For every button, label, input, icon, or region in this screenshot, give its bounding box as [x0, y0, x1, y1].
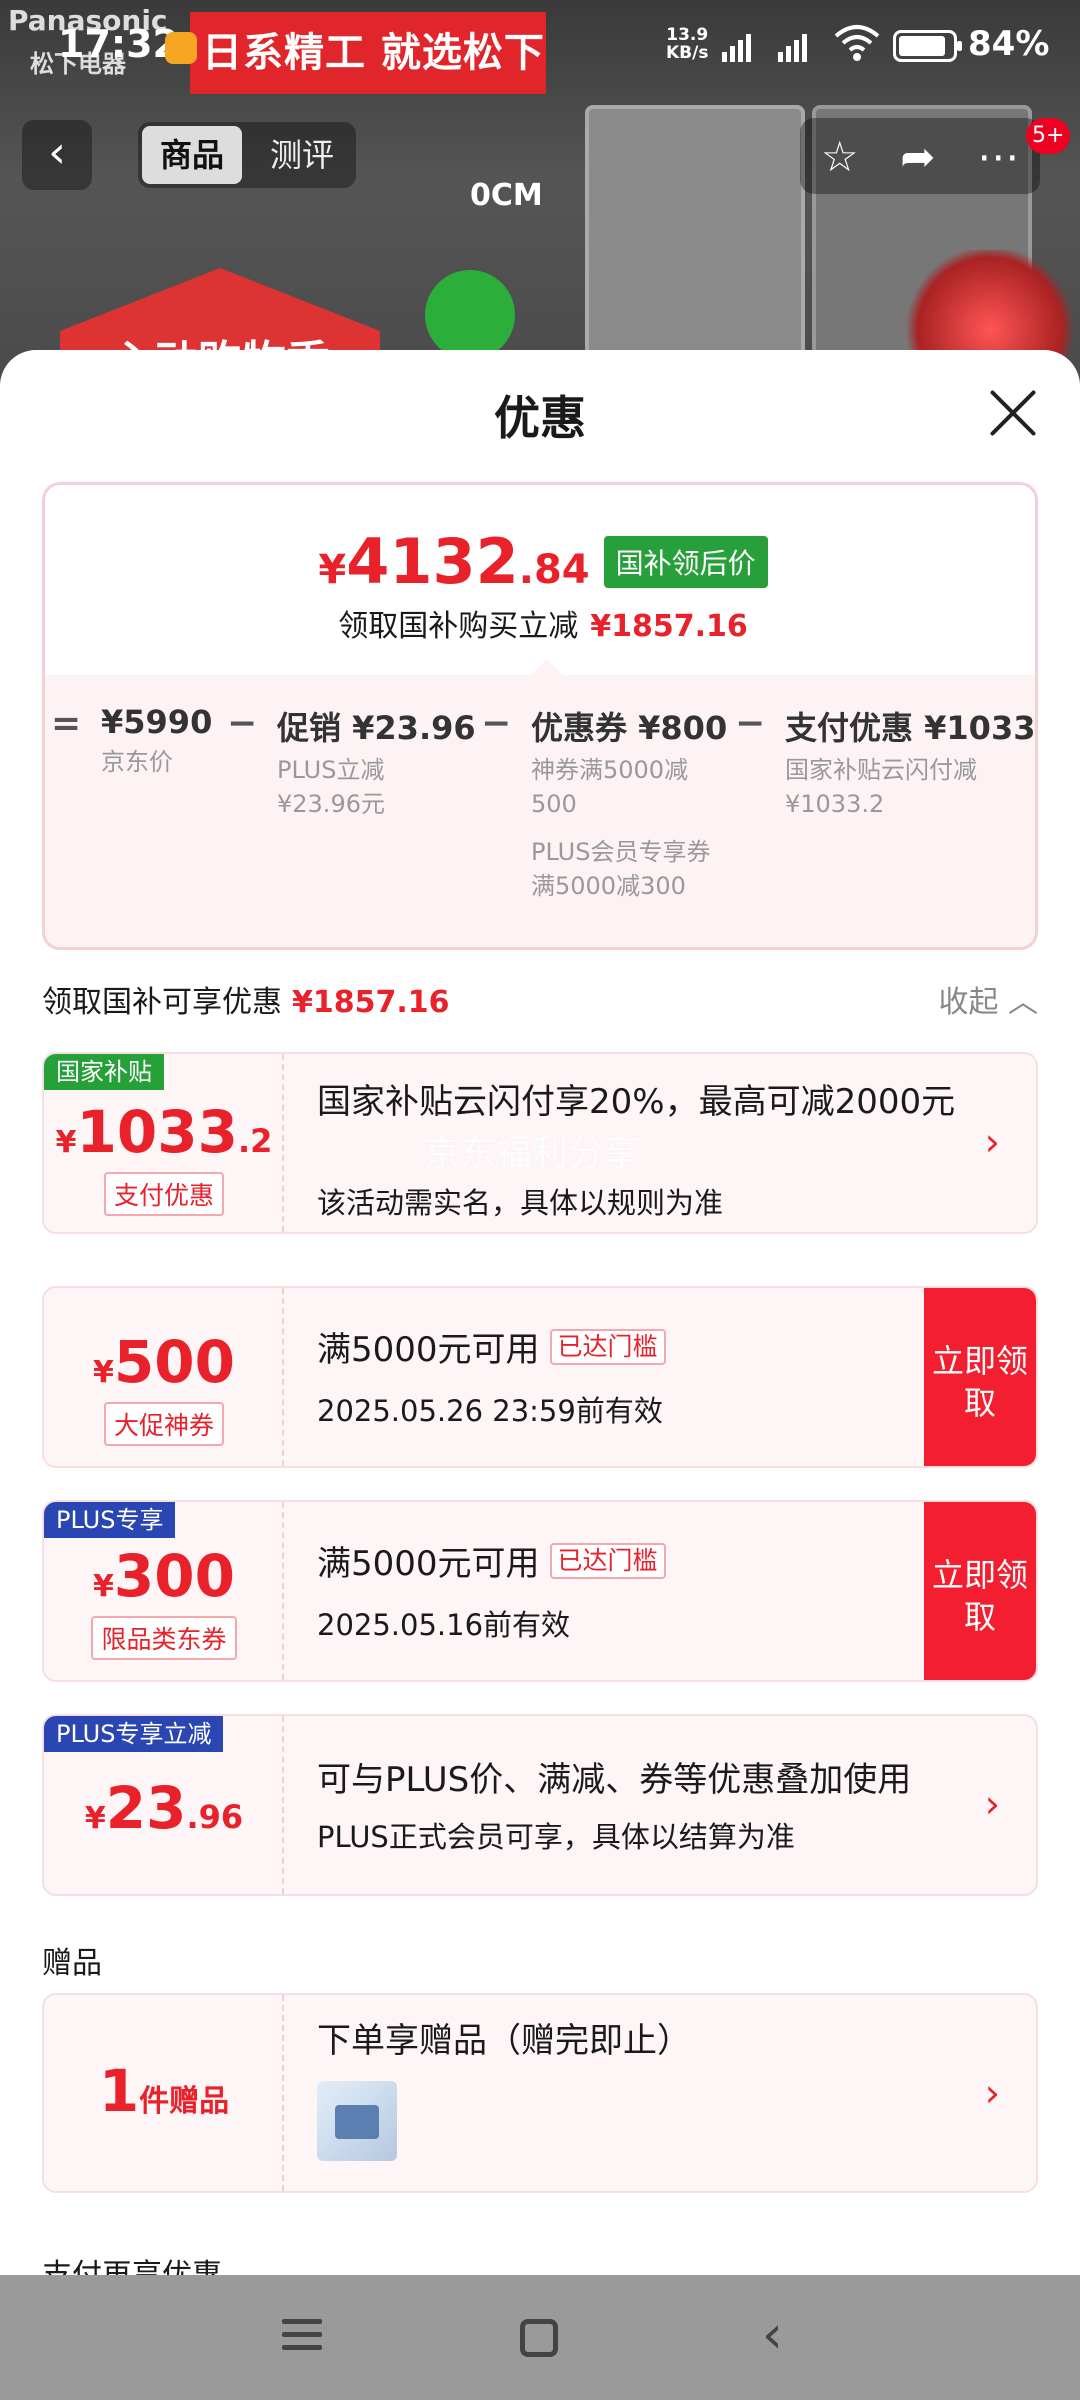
coupon-amount: ¥1033.2: [55, 1098, 273, 1166]
gift-title: 下单享赠品（赠完即止）: [317, 2021, 691, 2061]
sheet-title: 优惠: [494, 391, 586, 445]
coupon-state-subsidy[interactable]: 国家补贴 ¥1033.2 支付优惠 国家补贴云闪付享20%，最高可减2000元 …: [42, 1052, 1038, 1234]
chevron-right-icon: ›: [984, 2071, 1000, 2115]
net-speed-unit: KB/s: [666, 43, 709, 63]
gifts-section-header: 赠品: [42, 1946, 102, 1981]
energy-icon: [425, 270, 515, 360]
offers-sheet: 优惠 ¥4132.84 国补领后价 领取国补购买立减 ¥1857.16 = ¥59…: [0, 350, 1080, 2275]
collapse-button[interactable]: 收起 ︿: [938, 977, 1038, 1021]
battery-icon: [893, 30, 962, 62]
share-icon[interactable]: ➦: [900, 132, 935, 181]
payment-section-header: 支付再享优惠: [42, 2250, 222, 2275]
coupon-desc: 该活动需实名，具体以规则为准: [317, 1186, 724, 1220]
tab-product[interactable]: 商品: [142, 126, 243, 184]
status-bar: 17:32 13.9 KB/s 84%: [0, 0, 1080, 92]
status-time: 17:32: [58, 22, 179, 66]
claim-button[interactable]: 立即领取: [924, 1288, 1036, 1466]
coupon-desc: 2025.05.26 23:59前有效: [317, 1394, 663, 1428]
minus-sign: −: [735, 703, 766, 744]
price-subtitle: 领取国补购买立减 ¥1857.16: [338, 609, 748, 644]
final-price: ¥4132.84: [318, 525, 590, 598]
chevron-right-icon: ›: [984, 1120, 1000, 1164]
star-icon[interactable]: ☆: [821, 132, 859, 181]
more-icon[interactable]: ⋯: [977, 132, 1019, 181]
coupon-500: ¥500 大促神券 满5000元可用 已达门槛 2025.05.26 23:59前…: [42, 1286, 1038, 1468]
coupon-amount: ¥23.96: [84, 1774, 244, 1842]
home-icon[interactable]: [520, 2319, 558, 2357]
net-speed-value: 13.9: [666, 25, 709, 45]
breakdown-list-price: ¥5990 京东价: [101, 703, 213, 776]
signal-icon-2: [778, 28, 807, 62]
wifi-icon: [834, 24, 880, 73]
breakdown-coupon: 优惠券 ¥800 神券满5000减500 PLUS会员专享券 满5000减300: [531, 709, 728, 900]
price-breakdown: = ¥5990 京东价 − 促销 ¥23.96 PLUS立减 ¥23.96元 − …: [45, 659, 1036, 947]
breakdown-promotion: 促销 ¥23.96 PLUS立减 ¥23.96元: [277, 709, 476, 818]
chevron-up-icon: ︿: [1008, 985, 1038, 1020]
coupon-label: 大促神券: [44, 1402, 284, 1446]
final-price-row: ¥4132.84 国补领后价: [45, 525, 1035, 598]
signal-icon: [722, 28, 751, 62]
net-speed: 13.9 KB/s: [666, 26, 708, 62]
coupon-badge: PLUS专享: [44, 1502, 176, 1538]
coupon-300: PLUS专享 ¥300 限品类东券 满5000元可用 已达门槛 2025.05.1…: [42, 1500, 1038, 1682]
coupon-plus-discount[interactable]: PLUS专享立减 ¥23.96 可与PLUS价、满减、券等优惠叠加使用 PLUS…: [42, 1714, 1038, 1896]
breakdown-payment: 支付优惠 ¥1033.2 国家补贴云闪付减¥1033.2: [785, 709, 1036, 818]
minus-sign: −: [227, 703, 258, 744]
system-nav-bar: ‹: [0, 2275, 1080, 2400]
coupon-title: 国家补贴云闪付享20%，最高可减2000元: [317, 1082, 956, 1122]
gift-count: 1件赠品: [98, 2057, 230, 2125]
coupon-title: 满5000元可用 已达门槛: [317, 1540, 666, 1588]
nav-actions: ☆ ➦ ⋯: [800, 118, 1040, 194]
coupon-title: 满5000元可用 已达门槛: [317, 1326, 666, 1374]
offers-section-header: 领取国补可享优惠 ¥1857.16 收起 ︿: [42, 977, 1038, 1027]
coupon-label: 支付优惠: [44, 1172, 284, 1216]
coupon-badge: PLUS专享立减: [44, 1716, 224, 1752]
coupon-amount: ¥500: [93, 1328, 235, 1396]
chevron-right-icon: ›: [984, 1782, 1000, 1826]
watermark: 京东福利分享: [424, 1133, 641, 1174]
threshold-tag: 已达门槛: [549, 1329, 666, 1365]
nav-tabs: 商品 测评: [138, 122, 357, 188]
app-notification-icon: [165, 32, 197, 64]
coupon-desc: PLUS正式会员可享，具体以结算为准: [317, 1820, 795, 1854]
back-icon[interactable]: ‹: [762, 2309, 802, 2361]
equals-sign: =: [51, 703, 82, 744]
claim-button[interactable]: 立即领取: [924, 1502, 1036, 1680]
back-button[interactable]: ‹: [22, 120, 92, 190]
subsidy-price-tag: 国补领后价: [603, 535, 768, 588]
message-badge: 5+: [1026, 118, 1071, 154]
coupon-badge: 国家补贴: [44, 1054, 164, 1090]
gift-card[interactable]: 1件赠品 下单享赠品（赠完即止） ›: [42, 1993, 1038, 2193]
menu-icon[interactable]: [282, 2315, 322, 2361]
chevron-left-icon: ‹: [48, 127, 66, 178]
coupon-label: 限品类东券: [44, 1616, 284, 1660]
gift-image: [317, 2081, 397, 2161]
close-icon[interactable]: [988, 388, 1038, 438]
product-ocm-label: 0CM: [470, 178, 543, 213]
minus-sign: −: [481, 703, 512, 744]
threshold-tag: 已达门槛: [549, 1543, 666, 1579]
tab-review[interactable]: 测评: [252, 126, 352, 184]
coupon-title: 可与PLUS价、满减、券等优惠叠加使用: [317, 1760, 912, 1800]
coupon-amount: ¥300: [93, 1542, 235, 1610]
coupon-desc: 2025.05.16前有效: [317, 1608, 571, 1642]
price-card: ¥4132.84 国补领后价 领取国补购买立减 ¥1857.16 = ¥5990 …: [42, 482, 1038, 950]
battery-percent: 84%: [968, 24, 1050, 64]
